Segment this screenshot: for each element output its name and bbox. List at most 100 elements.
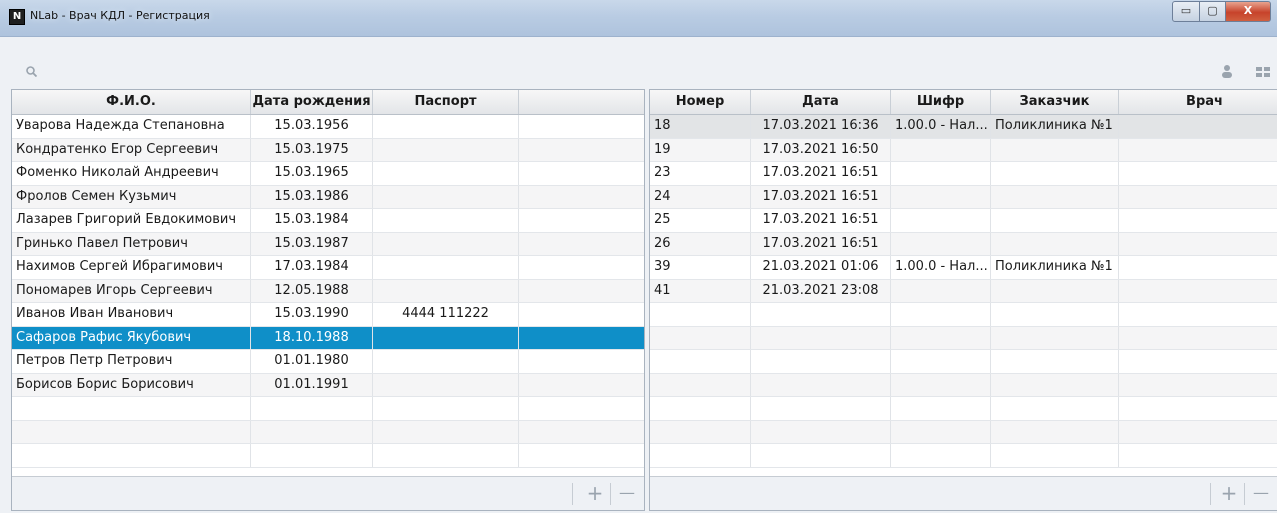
patient-dob-cell: 15.03.1956 [251,115,373,138]
empty-row [650,420,1277,444]
column-header-name[interactable]: Ф.И.О. [12,90,251,114]
order-row[interactable]: 18 17.03.2021 16:36 1.00.0 - Нал... Поликли… [650,115,1277,139]
patient-passport-cell [373,256,519,279]
patient-name-cell: Петров Петр Петрович [12,350,251,373]
patient-passport-cell [373,115,519,138]
order-code-cell: 1.00.0 - Нал... [891,256,991,279]
order-customer-cell [991,420,1119,443]
column-header-customer[interactable]: Заказчик [991,90,1119,114]
order-row[interactable]: 26 17.03.2021 16:51 [650,232,1277,256]
patient-dob-cell: 01.01.1991 [251,373,373,396]
order-doctor-cell [1119,256,1277,279]
order-code-cell [891,209,991,232]
minimize-button[interactable]: ▭ [1172,1,1200,22]
patient-row[interactable]: Борисов Борис Борисович 01.01.1991 [12,373,644,397]
patient-dob-cell: 15.03.1975 [251,138,373,161]
app-logo-icon: N [9,9,25,25]
order-doctor-cell [1119,186,1277,209]
patient-extra-cell [519,374,644,397]
patient-name-cell: Гринько Павел Петрович [12,232,251,255]
patient-name-cell: Уварова Надежда Степановна [12,115,251,138]
patients-footer: + — [12,476,644,510]
close-button[interactable]: X [1226,1,1271,22]
order-doctor-cell [1119,139,1277,162]
order-row[interactable]: 25 17.03.2021 16:51 [650,209,1277,233]
order-doctor-cell [1119,162,1277,185]
add-patient-button[interactable]: + [584,483,606,503]
order-code-cell: 1.00.0 - Нал... [891,115,991,138]
order-date-cell: 17.03.2021 16:51 [751,162,891,185]
order-row[interactable]: 41 21.03.2021 23:08 [650,279,1277,303]
order-row[interactable]: 23 17.03.2021 16:51 [650,162,1277,186]
remove-order-button[interactable]: — [1250,483,1272,503]
order-number-cell: 26 [650,232,751,255]
order-number-cell [650,420,751,443]
add-order-button[interactable]: + [1218,483,1240,503]
order-number-cell: 24 [650,185,751,208]
maximize-button[interactable]: ▢ [1200,1,1226,22]
order-customer-cell [991,373,1119,396]
order-number-cell: 19 [650,138,751,161]
order-date-cell: 21.03.2021 23:08 [751,279,891,302]
window-title: NLab - Врач КДЛ - Регистрация [30,9,210,22]
patient-passport-cell [373,162,519,185]
order-code-cell [891,138,991,161]
order-code-cell [891,303,991,326]
patient-passport-cell [373,209,519,232]
empty-row [650,303,1277,327]
patient-row[interactable]: Лазарев Григорий Евдокимович 15.03.1984 [12,209,644,233]
order-date-cell [751,326,891,349]
order-number-cell [650,397,751,420]
order-number-cell: 25 [650,209,751,232]
patient-passport-cell [373,138,519,161]
grid-icon[interactable] [1256,67,1270,77]
patient-row[interactable]: Гринько Павел Петрович 15.03.1987 [12,232,644,256]
order-doctor-cell [1119,115,1277,138]
patients-table-body: Уварова Надежда Степановна 15.03.1956 Конд… [12,115,644,468]
column-header-passport[interactable]: Паспорт [373,90,519,114]
patients-header: Ф.И.О. Дата рождения Паспорт [12,90,644,115]
order-customer-cell [991,138,1119,161]
empty-row [12,420,644,444]
empty-row [650,326,1277,350]
patient-extra-cell [519,421,644,444]
order-doctor-cell [1119,233,1277,256]
column-header-number[interactable]: Номер [650,90,751,114]
patient-dob-cell: 01.01.1980 [251,350,373,373]
order-number-cell [650,350,751,373]
patient-row[interactable]: Кондратенко Егор Сергеевич 15.03.1975 [12,138,644,162]
remove-patient-button[interactable]: — [616,483,638,503]
order-customer-cell [991,232,1119,255]
order-customer-cell: Поликлиника №1 [991,256,1119,279]
patient-row[interactable]: Сафаров Рафис Якубович 18.10.1988 [12,326,644,350]
orders-header: Номер Дата Шифр Заказчик Врач [650,90,1277,115]
order-row[interactable]: 39 21.03.2021 01:06 1.00.0 - Нал... Поликли… [650,256,1277,280]
patient-row[interactable]: Петров Петр Петрович 01.01.1980 [12,350,644,374]
order-customer-cell [991,444,1119,467]
patient-name-cell: Пономарев Игорь Сергеевич [12,279,251,302]
empty-row [12,397,644,421]
patient-passport-cell [373,373,519,396]
patient-passport-cell [373,185,519,208]
order-row[interactable]: 24 17.03.2021 16:51 [650,185,1277,209]
patient-name-cell: Иванов Иван Иванович [12,303,251,326]
column-header-dob[interactable]: Дата рождения [251,90,373,114]
order-date-cell: 17.03.2021 16:36 [751,115,891,138]
patient-dob-cell [251,397,373,420]
order-customer-cell [991,209,1119,232]
order-number-cell [650,326,751,349]
patient-row[interactable]: Фролов Семен Кузьмич 15.03.1986 [12,185,644,209]
column-header-doctor[interactable]: Врач [1119,90,1277,114]
order-row[interactable]: 19 17.03.2021 16:50 [650,138,1277,162]
patient-row[interactable]: Уварова Надежда Степановна 15.03.1956 [12,115,644,139]
order-number-cell: 39 [650,256,751,279]
patient-row[interactable]: Нахимов Сергей Ибрагимович 17.03.1984 [12,256,644,280]
patient-row[interactable]: Пономарев Игорь Сергеевич 12.05.1988 [12,279,644,303]
patient-row[interactable]: Фоменко Николай Андреевич 15.03.1965 [12,162,644,186]
order-date-cell [751,397,891,420]
column-header-code[interactable]: Шифр [891,90,991,114]
column-header-date[interactable]: Дата [751,90,891,114]
user-icon[interactable] [1220,64,1234,78]
search-icon[interactable] [26,66,37,77]
patient-row[interactable]: Иванов Иван Иванович 15.03.1990 4444 11122… [12,303,644,327]
